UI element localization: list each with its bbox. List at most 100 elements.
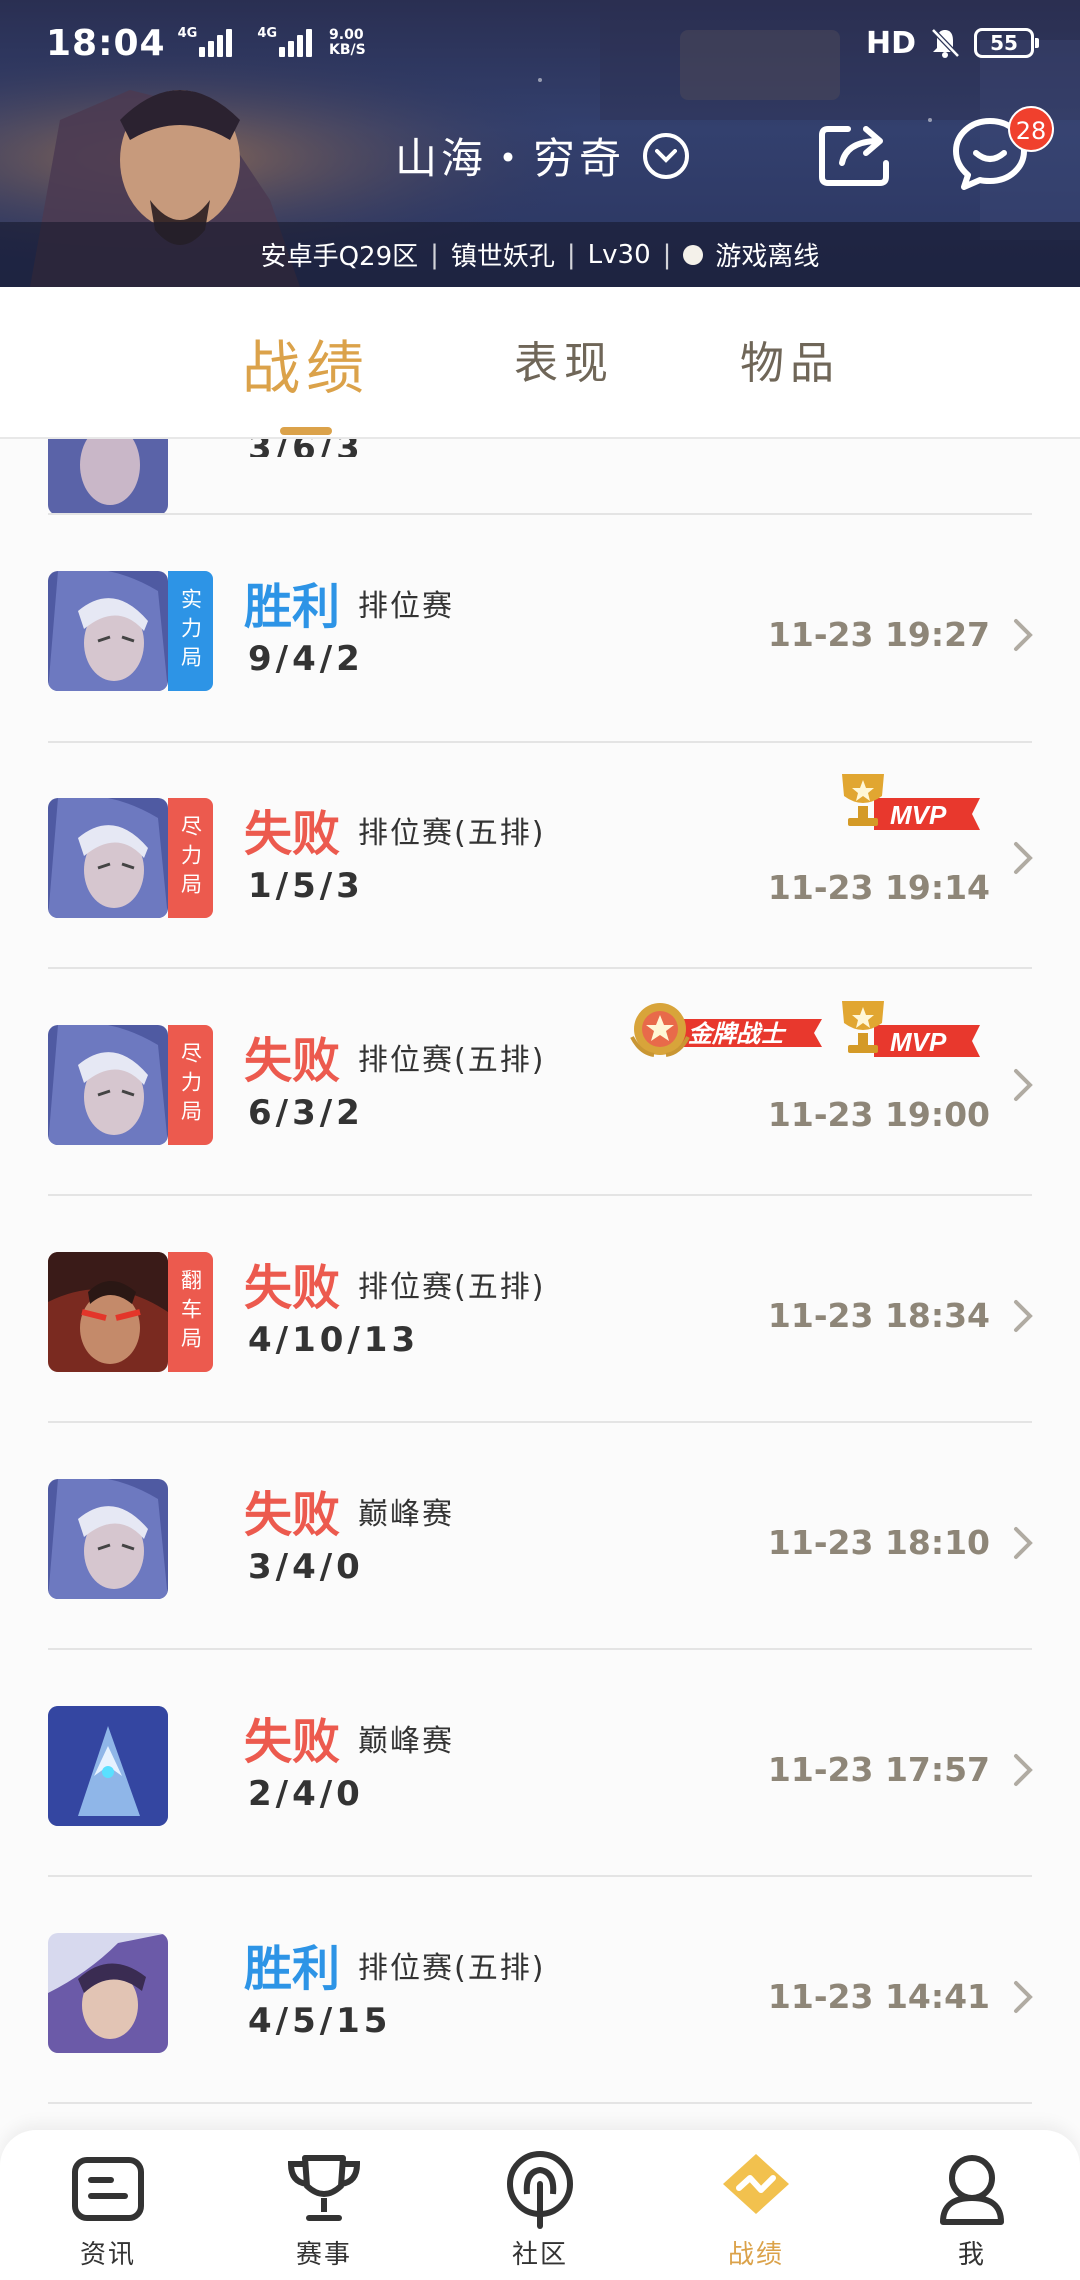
bottom-nav: 资讯 赛事 社区 战绩 我 bbox=[0, 2130, 1080, 2280]
mvp-badge: MVP bbox=[834, 770, 984, 834]
match-mode: 巅峰赛 bbox=[358, 1497, 454, 1532]
match-time: 11-23 18:10 bbox=[767, 1523, 990, 1562]
tab-performance[interactable]: 表现 bbox=[514, 327, 614, 391]
match-result: 失败 bbox=[244, 1487, 341, 1543]
achievement-badges: MVP bbox=[834, 770, 984, 834]
chevron-right-icon bbox=[1014, 1754, 1033, 1786]
signal-2: 4G bbox=[257, 25, 325, 57]
match-time: 11-23 17:57 bbox=[767, 1750, 990, 1789]
level: Lv30 bbox=[587, 239, 651, 270]
hero-avatar bbox=[48, 571, 168, 691]
chevron-right-icon bbox=[1014, 842, 1033, 874]
kda: 2/4/0 bbox=[248, 1774, 364, 1814]
network-type-2: 4G bbox=[257, 25, 278, 41]
match-mode: 排位赛(五排) bbox=[358, 1951, 546, 1986]
match-time: 11-23 19:14 bbox=[767, 868, 990, 907]
match-result: 失败 bbox=[244, 1714, 341, 1770]
online-status-dot bbox=[683, 244, 704, 265]
status-bar: 18:04 4G 4G 9.00 KB/S HD 55 bbox=[0, 0, 1080, 86]
match-mode: 排位赛(五排) bbox=[358, 1270, 546, 1305]
list-item[interactable]: 3/6/3 bbox=[0, 439, 1080, 515]
chevron-down-icon bbox=[643, 132, 690, 179]
profile-header: 18:04 4G 4G 9.00 KB/S HD 55 山海・穷奇 28 安卓手… bbox=[0, 0, 1080, 287]
match-time: 11-23 19:00 bbox=[767, 1095, 990, 1134]
match-quality-tag: 实力局 bbox=[168, 571, 213, 691]
match-result: 失败 bbox=[244, 1033, 341, 1089]
nav-label: 赛事 bbox=[295, 2240, 352, 2270]
signal-bars-icon bbox=[279, 29, 315, 57]
chevron-right-icon bbox=[1014, 1069, 1033, 1101]
share-icon[interactable] bbox=[818, 119, 894, 187]
nav-community[interactable]: 社区 bbox=[432, 2130, 648, 2280]
list-item[interactable]: 实力局 胜利 排位赛 9/4/2 11-23 19:27 bbox=[0, 515, 1080, 741]
match-time: 11-23 14:41 bbox=[767, 1977, 990, 2016]
account-name: 山海・穷奇 bbox=[395, 134, 626, 183]
divider bbox=[48, 2102, 1032, 2104]
chevron-right-icon bbox=[1014, 1527, 1033, 1559]
record-tabs: 战绩 表现 物品 bbox=[0, 287, 1080, 439]
hero-avatar bbox=[48, 1479, 168, 1599]
match-mode: 排位赛(五排) bbox=[358, 816, 546, 851]
list-item[interactable]: 尽力局 失败 排位赛(五排) 6/3/2 金牌战士 MVP 11-23 19:0… bbox=[0, 969, 1080, 1195]
match-mode: 巅峰赛 bbox=[358, 1724, 454, 1759]
match-time: 11-23 19:27 bbox=[767, 615, 990, 654]
match-quality-tag: 翻车局 bbox=[168, 1252, 213, 1372]
nav-label: 社区 bbox=[511, 2240, 568, 2270]
status-time: 18:04 bbox=[46, 22, 166, 64]
divider: | bbox=[662, 239, 672, 270]
tab-items[interactable]: 物品 bbox=[740, 327, 840, 391]
list-item[interactable]: 翻车局 失败 排位赛(五排) 4/10/13 11-23 18:34 bbox=[0, 1196, 1080, 1422]
server-name: 安卓手Q29区 bbox=[260, 242, 419, 272]
speed-unit: KB/S bbox=[329, 42, 366, 58]
match-result: 失败 bbox=[244, 1260, 341, 1316]
network-speed: 9.00 KB/S bbox=[329, 28, 366, 58]
list-item[interactable]: 失败 巅峰赛 3/4/0 11-23 18:10 bbox=[0, 1423, 1080, 1649]
nav-news[interactable]: 资讯 bbox=[0, 2130, 216, 2280]
hero-avatar bbox=[48, 439, 168, 515]
trophy-icon bbox=[287, 2155, 361, 2221]
match-mode: 排位赛(五排) bbox=[358, 1043, 546, 1078]
list-item[interactable]: 失败 巅峰赛 2/4/0 11-23 17:57 bbox=[0, 1650, 1080, 1876]
battery-indicator: 55 bbox=[974, 28, 1039, 58]
kda: 6/3/2 bbox=[248, 1093, 364, 1133]
tab-records[interactable]: 战绩 bbox=[242, 321, 370, 405]
nav-label: 资讯 bbox=[79, 2240, 136, 2270]
hero-avatar bbox=[48, 1933, 168, 2053]
nav-me[interactable]: 我 bbox=[864, 2130, 1080, 2280]
network-type-1: 4G bbox=[177, 25, 198, 41]
hero-avatar bbox=[48, 798, 168, 918]
signal-bars-icon bbox=[199, 29, 235, 57]
nav-records[interactable]: 战绩 bbox=[648, 2130, 864, 2280]
chevron-right-icon bbox=[1014, 1300, 1033, 1332]
match-time: 11-23 18:34 bbox=[767, 1296, 990, 1335]
kda: 4/5/15 bbox=[248, 2001, 392, 2041]
list-item[interactable]: 胜利 排位赛(五排) 4/5/15 11-23 14:41 bbox=[0, 1877, 1080, 2103]
kda: 1/5/3 bbox=[248, 866, 364, 906]
mvp-badge: MVP bbox=[834, 997, 984, 1061]
news-icon bbox=[72, 2157, 144, 2221]
match-result: 失败 bbox=[244, 806, 341, 862]
gold-warrior-badge: 金牌战士 bbox=[626, 997, 826, 1061]
match-result: 胜利 bbox=[244, 579, 341, 635]
hero-avatar bbox=[48, 1025, 168, 1145]
nav-events[interactable]: 赛事 bbox=[216, 2130, 432, 2280]
chevron-right-icon bbox=[1014, 1981, 1033, 2013]
match-quality-tag: 尽力局 bbox=[168, 1025, 213, 1145]
rank-name: 镇世妖孔 bbox=[450, 242, 555, 272]
mute-icon bbox=[931, 28, 960, 58]
community-icon bbox=[507, 2151, 573, 2229]
list-item[interactable]: 尽力局 失败 排位赛(五排) 1/5/3 MVP 11-23 19:14 bbox=[0, 742, 1080, 968]
hd-indicator: HD bbox=[865, 25, 916, 61]
kda: 3/6/3 bbox=[248, 439, 364, 457]
account-switcher[interactable]: 山海・穷奇 bbox=[395, 125, 690, 186]
match-mode: 排位赛 bbox=[358, 589, 454, 624]
kda: 9/4/2 bbox=[248, 639, 364, 679]
nav-label: 我 bbox=[957, 2240, 986, 2270]
record-icon bbox=[723, 2154, 789, 2214]
profile-icon bbox=[940, 2155, 1004, 2225]
hero-avatar bbox=[48, 1252, 168, 1372]
mvp-badge-text: MVP bbox=[890, 1027, 947, 1057]
divider: | bbox=[430, 239, 439, 270]
achievement-badges: 金牌战士 MVP bbox=[626, 997, 984, 1061]
active-tab-indicator bbox=[280, 427, 332, 435]
